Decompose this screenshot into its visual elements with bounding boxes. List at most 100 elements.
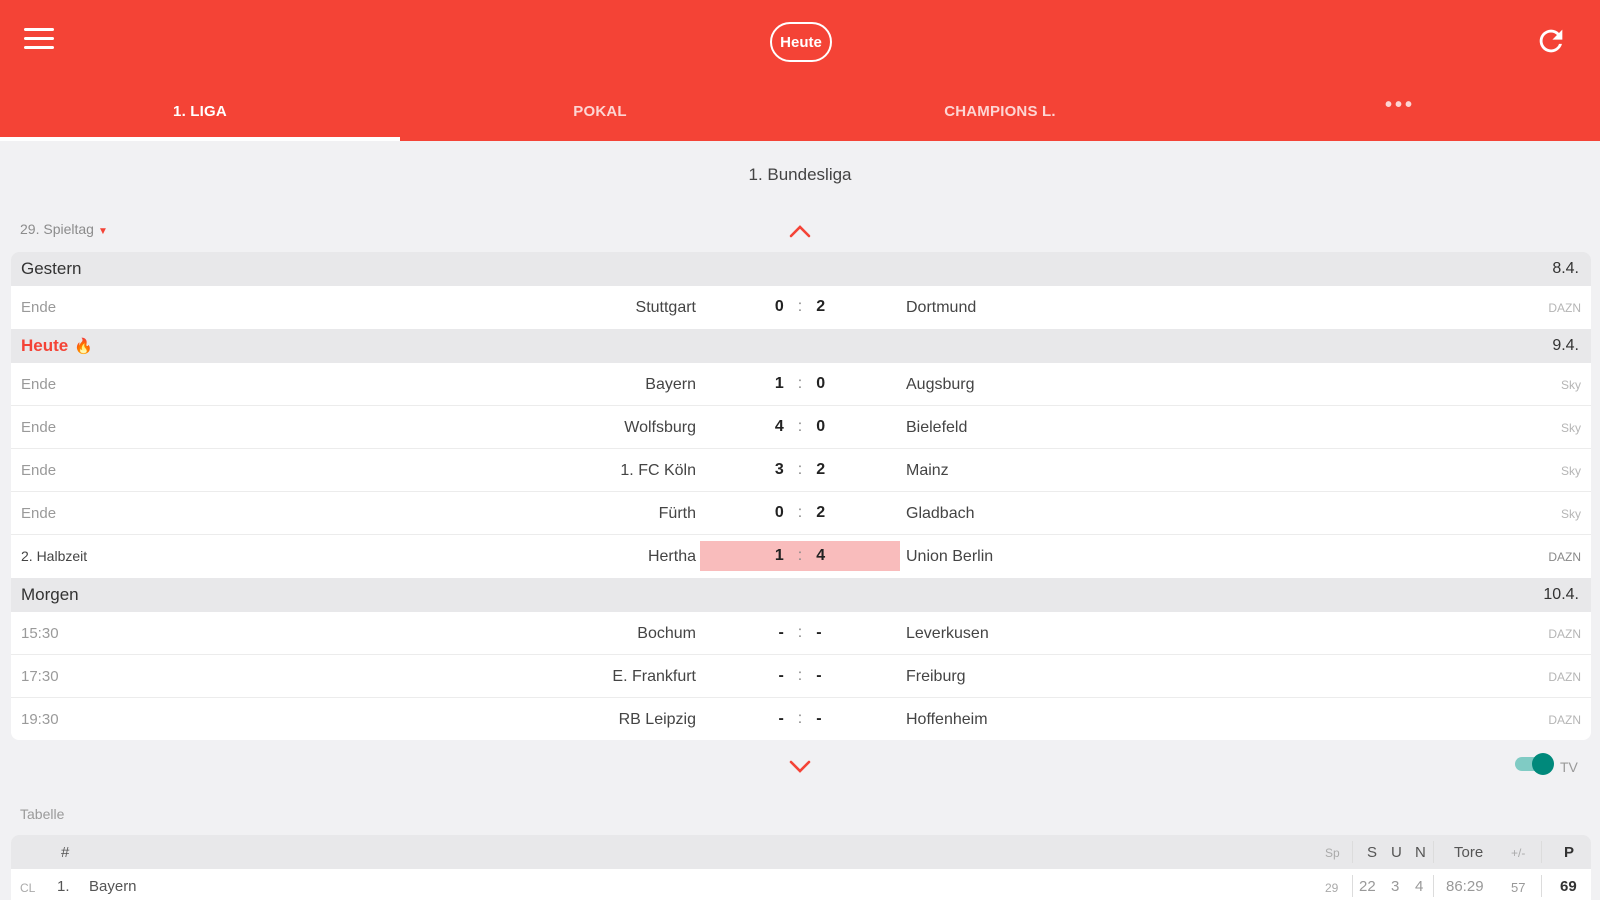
tv-broadcaster: Sky	[1560, 378, 1581, 392]
score-separator: :	[797, 418, 803, 435]
away-team: Freiburg	[906, 668, 966, 685]
matches-list: Gestern 8.4. Ende Stuttgart 0:2 Dortmund DAZN H…	[11, 252, 1591, 740]
day-label-text: Morgen	[21, 585, 79, 604]
row-games: 29	[1325, 881, 1339, 895]
day-label-text: Heute	[21, 336, 69, 355]
standings-header: # Sp S U N Tore +/- P	[11, 835, 1591, 869]
hamburger-menu-icon[interactable]	[24, 28, 54, 52]
home-goals: 1	[774, 375, 784, 392]
away-team: Hoffenheim	[906, 711, 988, 728]
tab-pokal[interactable]: POKAL	[400, 88, 800, 141]
table-section-label: Tabelle	[20, 806, 65, 822]
away-goals: 4	[816, 547, 826, 564]
home-team: Bochum	[637, 625, 696, 642]
col-lost: N	[1415, 844, 1426, 861]
match-row[interactable]: 15:30 Bochum -: - Leverkusen DAZN	[11, 612, 1591, 655]
score-separator: :	[797, 547, 803, 564]
match-group: Ende Bayern 1:0 Augsburg Sky Ende Wolfsburg 4:0…	[11, 363, 1591, 578]
tv-broadcaster: DAZN	[1548, 627, 1581, 641]
home-goals: 4	[774, 418, 784, 435]
tab-champions-league[interactable]: CHAMPIONS L.	[800, 88, 1200, 141]
match-score: 1:0	[700, 369, 900, 399]
tv-broadcaster: DAZN	[1548, 301, 1581, 315]
home-goals: 0	[774, 298, 784, 315]
tab-more[interactable]: •••	[1200, 88, 1600, 141]
away-goals: 2	[816, 504, 826, 521]
match-status: Ende	[21, 462, 57, 479]
away-team: Mainz	[906, 462, 949, 479]
home-goals: -	[778, 667, 784, 684]
away-goals: 2	[816, 461, 826, 478]
row-points: 69	[1560, 878, 1577, 895]
match-row[interactable]: Ende Wolfsburg 4:0 Bielefeld Sky	[11, 406, 1591, 449]
divider	[1433, 841, 1434, 863]
match-group: 15:30 Bochum -: - Leverkusen DAZN 17:30 E. Fran…	[11, 612, 1591, 740]
home-team: RB Leipzig	[618, 711, 696, 728]
tv-broadcaster: Sky	[1560, 464, 1581, 478]
row-draw: 3	[1391, 878, 1400, 895]
match-status: Ende	[21, 505, 57, 522]
away-team: Bielefeld	[906, 419, 968, 436]
match-status: Ende	[21, 376, 57, 393]
away-goals: -	[816, 667, 822, 684]
tv-broadcaster: DAZN	[1548, 550, 1581, 564]
match-row[interactable]: 2. Halbzeit Hertha 1:4 Union Berlin DAZN	[11, 535, 1591, 578]
match-row[interactable]: Ende Stuttgart 0:2 Dortmund DAZN	[11, 286, 1591, 329]
col-games: Sp	[1325, 846, 1340, 860]
row-won: 22	[1359, 878, 1376, 895]
caret-down-icon: ▼	[97, 226, 108, 237]
home-goals: 1	[774, 547, 784, 564]
match-row[interactable]: 19:30 RB Leipzig -: - Hoffenheim DAZN	[11, 698, 1591, 740]
score-separator: :	[797, 667, 803, 684]
match-row[interactable]: 17:30 E. Frankfurt -: - Freiburg DAZN	[11, 655, 1591, 698]
day-header: Morgen 10.4.	[11, 578, 1591, 612]
divider	[1352, 875, 1353, 897]
home-goals: 0	[774, 504, 784, 521]
tv-broadcaster: Sky	[1560, 421, 1581, 435]
match-status: Ende	[21, 419, 57, 436]
away-goals: 0	[816, 418, 826, 435]
table-row[interactable]: CL 1. Bayern 29 22 3 4 86:29 57 69	[11, 869, 1591, 900]
away-team: Leverkusen	[906, 625, 989, 642]
row-goals: 86:29	[1446, 878, 1484, 895]
match-score: -:-	[700, 704, 900, 734]
match-row[interactable]: Ende Fürth 0:2 Gladbach Sky	[11, 492, 1591, 535]
row-diff: 57	[1511, 880, 1526, 895]
row-lost: 4	[1415, 878, 1424, 895]
matchday-selector[interactable]: 29. Spieltag ▼	[20, 221, 108, 237]
match-score: 0:2	[700, 498, 900, 528]
day-label: Morgen	[21, 585, 79, 605]
chevron-up-icon[interactable]	[788, 222, 812, 240]
day-header: Gestern 8.4.	[11, 252, 1591, 286]
home-team: Wolfsburg	[624, 419, 696, 436]
col-diff: +/-	[1511, 846, 1526, 860]
divider	[1541, 875, 1542, 897]
row-team: Bayern	[89, 878, 137, 895]
refresh-icon[interactable]	[1534, 24, 1568, 58]
match-status: 15:30	[21, 625, 59, 642]
day-date: 10.4.	[1543, 586, 1579, 603]
away-team: Dortmund	[906, 299, 977, 316]
score-separator: :	[797, 298, 803, 315]
match-row[interactable]: Ende Bayern 1:0 Augsburg Sky	[11, 363, 1591, 406]
match-status: 17:30	[21, 668, 59, 685]
away-goals: -	[816, 624, 822, 641]
row-rank: 1.	[57, 878, 70, 895]
match-score: 1:4	[700, 541, 900, 571]
toggle-knob	[1532, 753, 1554, 775]
chevron-down-icon[interactable]	[788, 758, 812, 776]
score-separator: :	[797, 624, 803, 641]
match-score: 0:2	[700, 292, 900, 322]
day-date: 9.4.	[1552, 337, 1579, 354]
match-row[interactable]: Ende 1. FC Köln 3:2 Mainz Sky	[11, 449, 1591, 492]
home-team: 1. FC Köln	[620, 462, 696, 479]
matchday-label: 29. Spieltag	[20, 221, 94, 237]
divider	[1433, 875, 1434, 897]
tab-1-liga[interactable]: 1. LIGA	[0, 88, 400, 141]
match-score: -:-	[700, 618, 900, 648]
score-separator: :	[797, 504, 803, 521]
divider	[1352, 841, 1353, 863]
away-goals: -	[816, 710, 822, 727]
match-score: -:-	[700, 661, 900, 691]
tv-toggle-switch[interactable]	[1515, 753, 1554, 775]
